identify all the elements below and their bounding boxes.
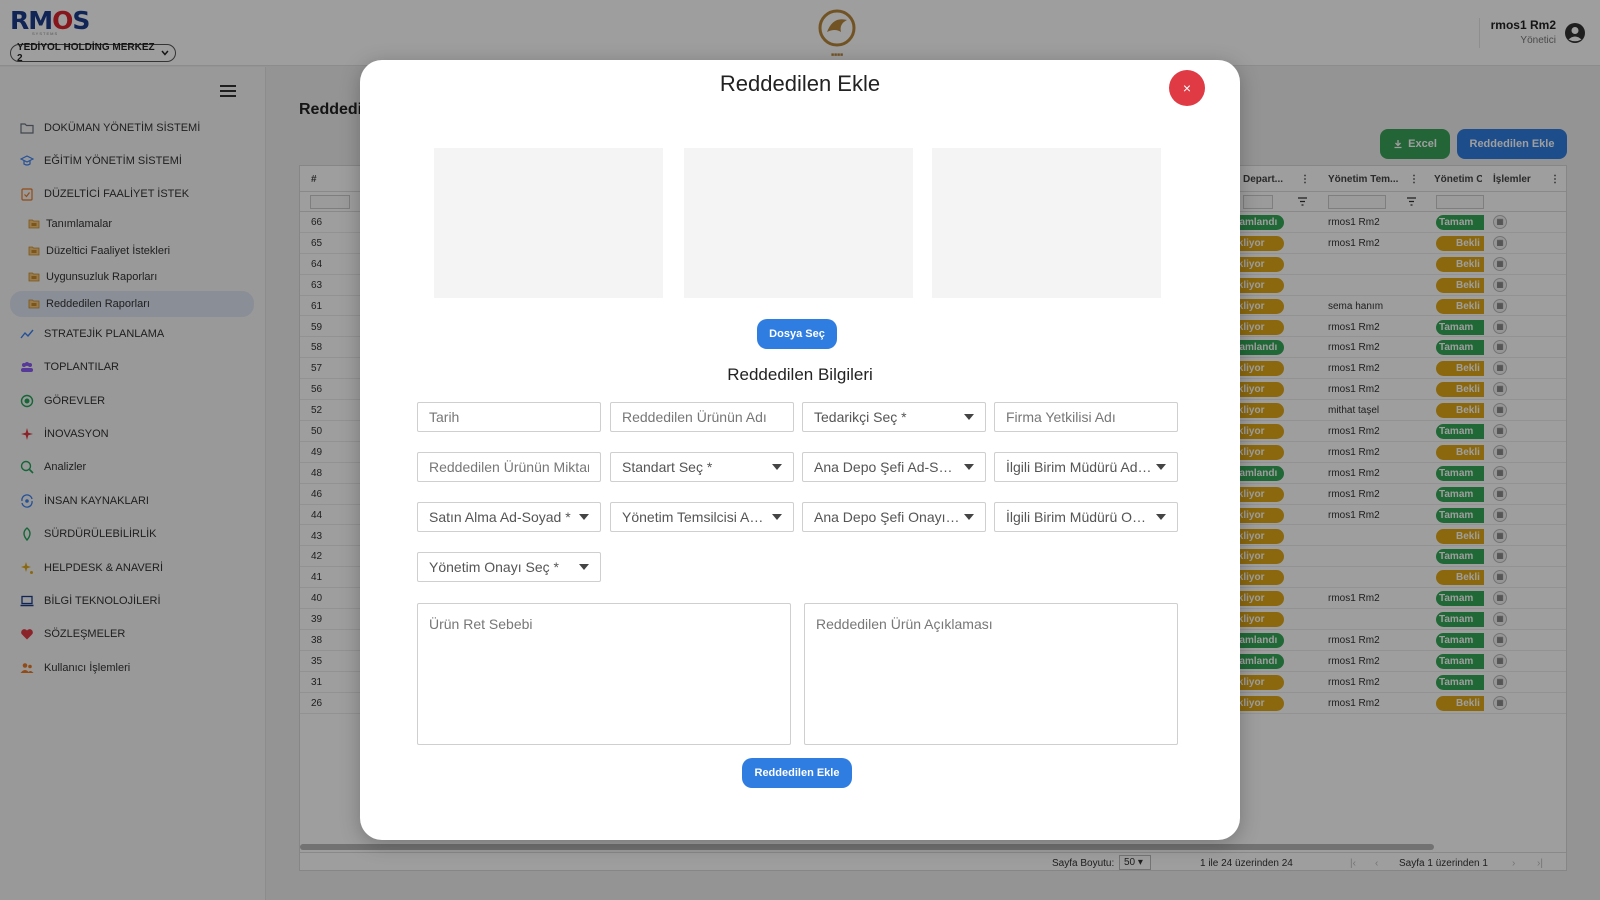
caret-down-icon [579,564,589,570]
caret-down-icon [964,464,974,470]
product-quantity-field[interactable] [417,452,601,482]
purchasing-select[interactable]: Satın Alma Ad-Soyad * [417,502,601,532]
submit-button[interactable]: Reddedilen Ekle [742,758,852,788]
management-approval-select[interactable]: Yönetim Onayı Seç * [417,552,601,582]
date-input[interactable] [429,409,589,425]
date-field[interactable] [417,402,601,432]
caret-down-icon [579,514,589,520]
caret-down-icon [1156,514,1166,520]
unit-manager-select[interactable]: İlgili Birim Müdürü Ad-Soyad * [994,452,1178,482]
section-title: Reddedilen Bilgileri [727,365,873,384]
rejection-reason-input[interactable] [429,616,779,732]
add-rejected-modal: Reddedilen Ekle × Dosya Seç Reddedilen B… [360,60,1240,840]
modal-title: Reddedilen Ekle [719,71,881,96]
product-description-field[interactable] [804,603,1178,745]
standard-select[interactable]: Standart Seç * [610,452,794,482]
management-rep-select[interactable]: Yönetim Temsilcisi Ad-Soyad * [610,502,794,532]
caret-down-icon [1156,464,1166,470]
image-preview-1 [434,148,663,298]
supplier-select[interactable]: Tedarikçi Seç * [802,402,986,432]
warehouse-chief-select[interactable]: Ana Depo Şefi Ad-Soyad * [802,452,986,482]
caret-down-icon [772,464,782,470]
warehouse-approval-select[interactable]: Ana Depo Şefi Onayı Seç * [802,502,986,532]
caret-down-icon [964,514,974,520]
close-icon: × [1182,80,1192,96]
product-name-input[interactable] [622,409,782,425]
product-name-field[interactable] [610,402,794,432]
firm-contact-field[interactable] [994,402,1178,432]
caret-down-icon [772,514,782,520]
close-button[interactable]: × [1169,70,1205,106]
image-preview-2 [684,148,913,298]
firm-contact-input[interactable] [1006,409,1166,425]
unit-manager-approval-select[interactable]: İlgili Birim Müdürü Onayı Seç * [994,502,1178,532]
caret-down-icon [964,414,974,420]
choose-file-button[interactable]: Dosya Seç [757,319,837,349]
rejection-reason-field[interactable] [417,603,791,745]
product-quantity-input[interactable] [429,459,589,475]
image-preview-3 [932,148,1161,298]
product-description-input[interactable] [816,616,1166,732]
